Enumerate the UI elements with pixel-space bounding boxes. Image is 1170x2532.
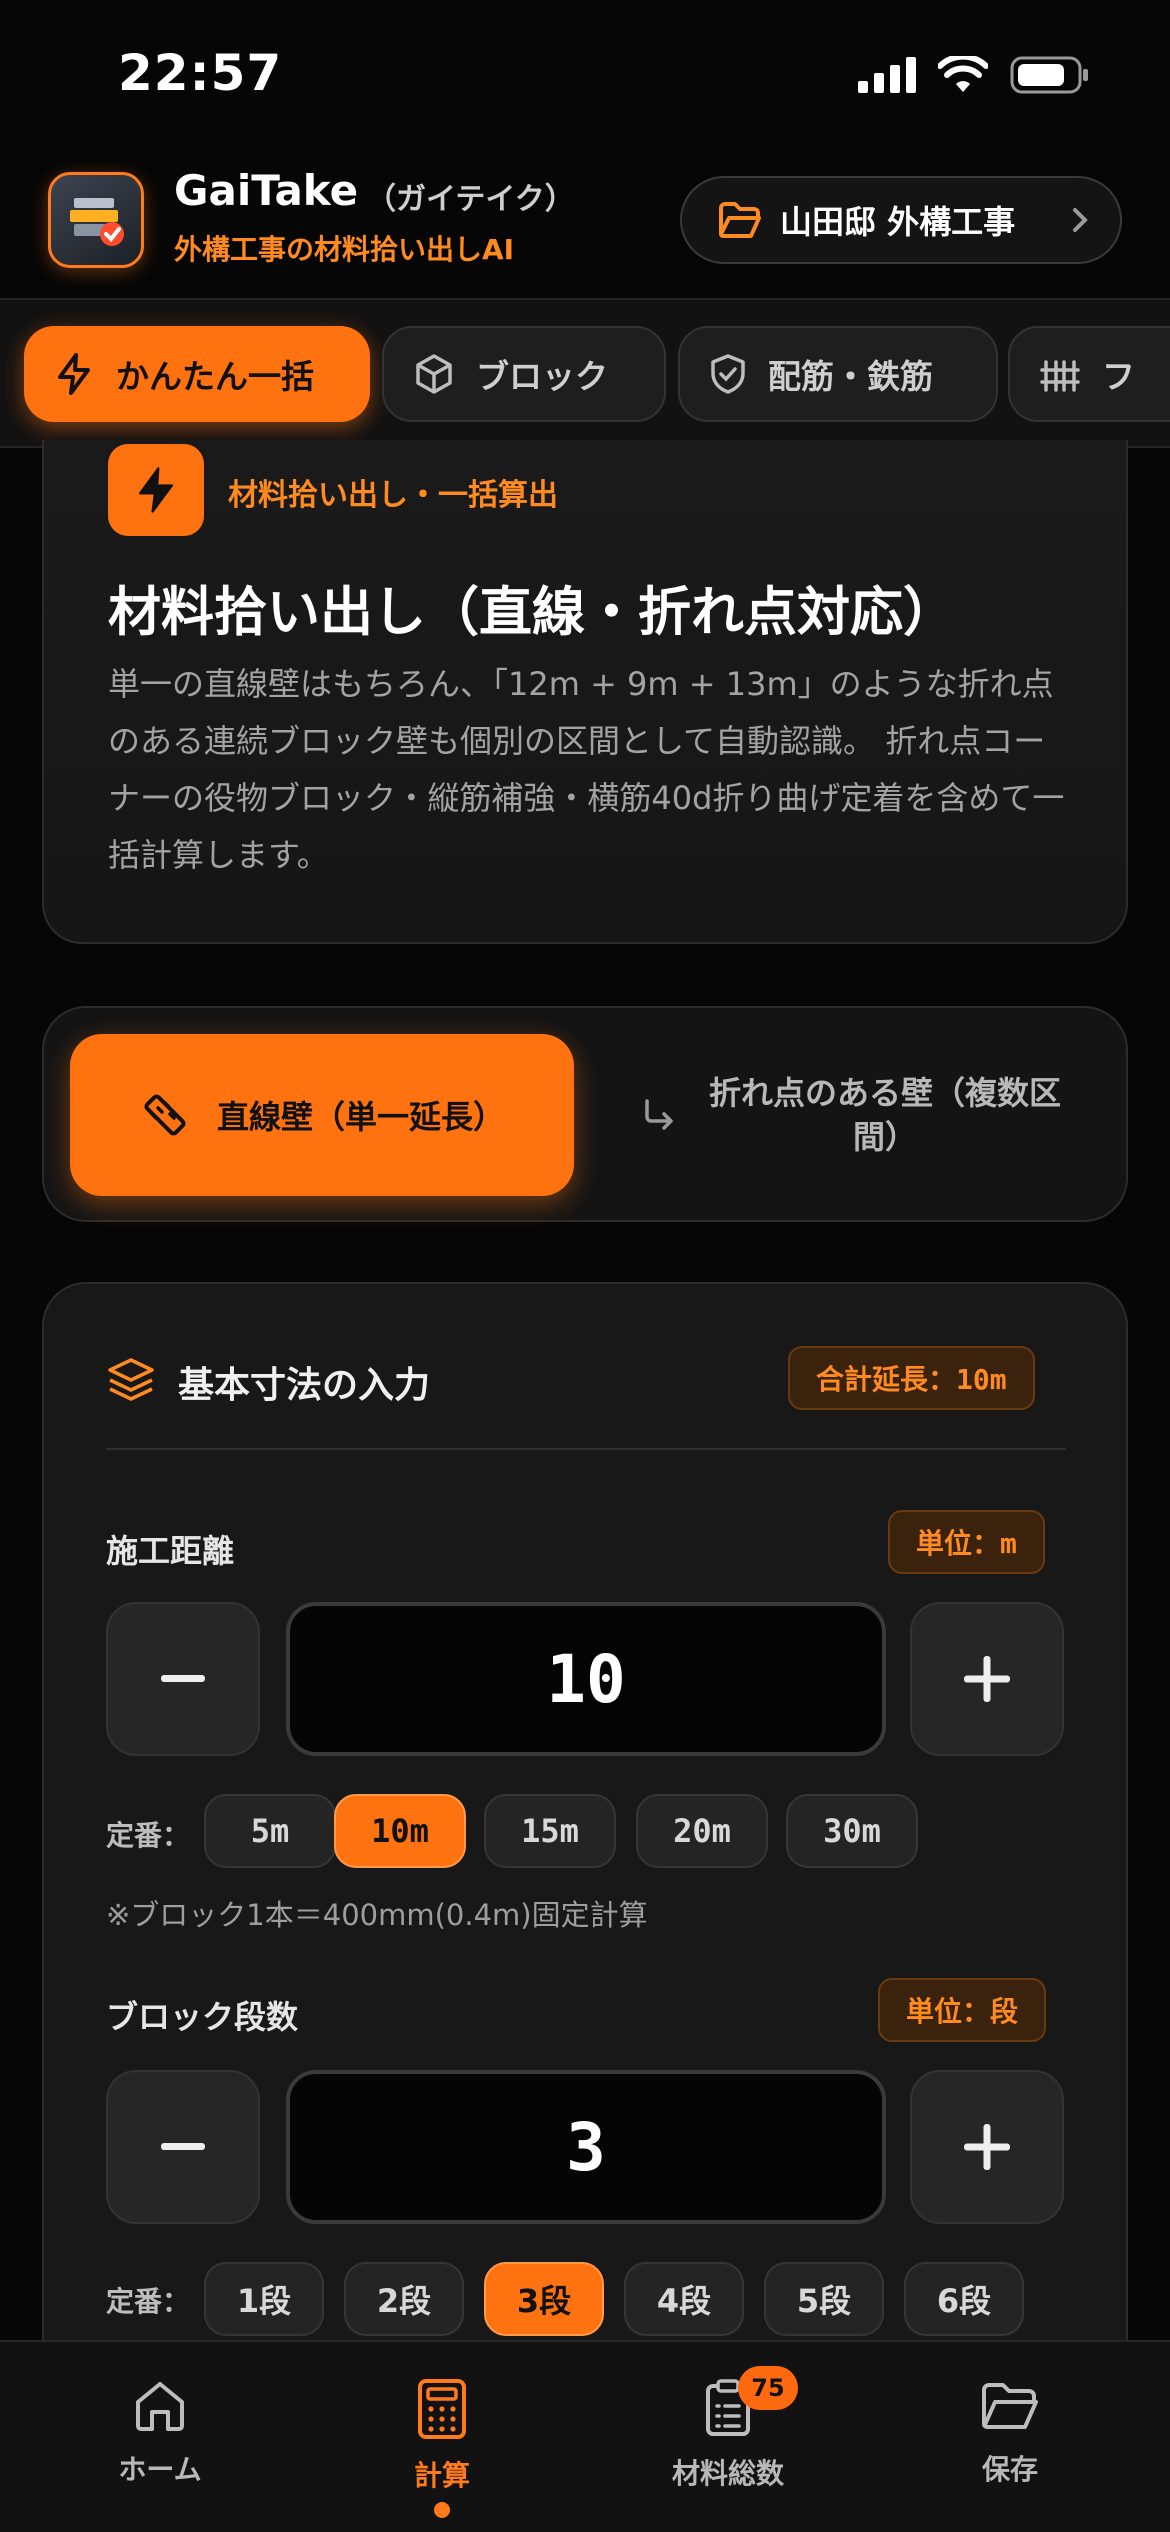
bolt-icon (138, 467, 174, 513)
calculator-icon (418, 2379, 466, 2439)
block-rows-unit-badge: 単位：段 (878, 1978, 1047, 2042)
app-logo (48, 172, 144, 268)
distance-value-input[interactable]: 10 (286, 1602, 886, 1756)
wall-mode-toggle: 直線壁（単一延長） 折れ点のある壁（複数区間） (42, 1006, 1128, 1222)
folder-open-icon (982, 2383, 1038, 2429)
tab-quick-bulk[interactable]: かんたん一括 (24, 326, 370, 422)
blocks-check-icon (70, 198, 124, 246)
rows-preset-chip[interactable]: 6段 (904, 2262, 1024, 2336)
nav-home[interactable]: ホーム (60, 2378, 260, 2488)
rows-preset-chip[interactable]: 1段 (204, 2262, 324, 2336)
rows-value-input[interactable]: 3 (286, 2070, 886, 2224)
bottom-nav: ホーム 計算 75 材料総数 保存 (0, 2340, 1170, 2532)
wifi-icon (938, 56, 988, 92)
status-time: 22:57 (118, 44, 283, 102)
divider (106, 1448, 1066, 1450)
distance-increment-button[interactable] (910, 1602, 1064, 1756)
tab-fence[interactable]: フ (1008, 326, 1170, 422)
app-title-kana: （ガイテイク） (366, 182, 575, 217)
ruler-icon (144, 1094, 186, 1136)
chevron-right-icon (1073, 208, 1088, 232)
mode-straight-label: 直線壁（単一延長） (216, 1098, 505, 1136)
app-subtitle: 外構工事の材料拾い出しAI (174, 233, 515, 266)
status-icons (858, 56, 1090, 94)
intro-tag: 材料拾い出し・一括算出 (228, 478, 558, 513)
app-title: GaiTake (174, 166, 359, 215)
nav-material-totals[interactable]: 75 材料総数 (628, 2366, 828, 2492)
tab-label: ブロック (476, 357, 608, 396)
nav-calculate[interactable]: 計算 (342, 2378, 542, 2518)
status-bar: 22:57 (0, 0, 1170, 150)
layers-icon (108, 1358, 154, 1401)
folder-open-icon (719, 202, 761, 238)
dimensions-title: 基本寸法の入力 (178, 1365, 431, 1406)
tab-label: かんたん一括 (116, 357, 314, 396)
minus-icon (161, 1675, 205, 1682)
plus-icon (964, 1656, 1010, 1702)
cube-icon (416, 354, 452, 394)
distance-decrement-button[interactable] (106, 1602, 260, 1756)
nav-save[interactable]: 保存 (910, 2378, 1110, 2488)
home-icon (136, 2382, 184, 2431)
block-rows-label: ブロック段数 (106, 1998, 299, 2036)
intro-description: 単一の直線壁はもちろん、「12m + 9m + 13m」のような折れ点のある連続… (108, 665, 1065, 874)
distance-note: ※ブロック1本＝400mm(0.4m)固定計算 (106, 1898, 648, 1932)
distance-preset-label: 定番： (106, 1819, 191, 1852)
mode-bent-label: 折れ点のある壁（複数区間） (708, 1074, 1061, 1156)
distance-preset-chip[interactable]: 15m (484, 1794, 616, 1868)
nav-label: 保存 (981, 2453, 1038, 2486)
tab-label: フ (1102, 357, 1135, 396)
tab-block[interactable]: ブロック (382, 326, 666, 422)
nav-label: ホーム (118, 2453, 202, 2486)
cellular-signal-icon (858, 57, 916, 93)
material-count-badge: 75 (738, 2366, 798, 2410)
nav-label: 計算 (413, 2459, 470, 2492)
intro-title: 材料拾い出し（直線・折れ点対応） (108, 582, 956, 643)
rows-preset-chip-selected[interactable]: 3段 (484, 2262, 604, 2336)
tab-rebar[interactable]: 配筋・鉄筋 (678, 326, 998, 422)
active-indicator-dot (434, 2502, 450, 2518)
distance-preset-chip[interactable]: 5m (204, 1794, 336, 1868)
tab-label: 配筋・鉄筋 (768, 357, 933, 396)
distance-preset-chip[interactable]: 20m (636, 1794, 768, 1868)
rows-preset-label: 定番： (106, 2285, 191, 2318)
distance-preset-chip[interactable]: 30m (786, 1794, 918, 1868)
mode-straight-wall-button[interactable]: 直線壁（単一延長） (70, 1034, 574, 1196)
rows-preset-chip[interactable]: 5段 (764, 2262, 884, 2336)
project-selector-button[interactable]: 山田邸 外構工事 (680, 176, 1122, 264)
rows-preset-chip[interactable]: 4段 (624, 2262, 744, 2336)
app-header: GaiTake （ガイテイク） 外構工事の材料拾い出しAI 山田邸 外構工事 (0, 150, 1170, 298)
total-length-badge: 合計延長：10m (788, 1346, 1035, 1410)
corner-down-right-icon (645, 1099, 673, 1130)
shield-check-icon (711, 354, 745, 394)
distance-preset-chip-selected[interactable]: 10m (334, 1794, 466, 1868)
rows-preset-chip[interactable]: 2段 (344, 2262, 464, 2336)
category-tab-strip: かんたん一括 ブロック 配筋・鉄筋 フ (0, 298, 1170, 448)
project-label: 山田邸 外構工事 (780, 203, 1016, 241)
mode-bent-wall-button[interactable]: 折れ点のある壁（複数区間） (600, 1034, 1104, 1196)
distance-unit-badge: 単位：m (888, 1510, 1045, 1574)
intro-card: 材料拾い出し・一括算出 材料拾い出し（直線・折れ点対応） 単一の直線壁はもちろん… (42, 440, 1128, 944)
bolt-icon (58, 353, 90, 395)
distance-label: 施工距離 (106, 1532, 235, 1570)
rows-decrement-button[interactable] (106, 2070, 260, 2224)
nav-label: 材料総数 (671, 2457, 784, 2490)
intro-icon-tile (108, 444, 204, 536)
minus-icon (161, 2143, 205, 2150)
plus-icon (964, 2124, 1010, 2170)
battery-icon (1010, 56, 1088, 94)
rows-increment-button[interactable] (910, 2070, 1064, 2224)
fence-icon (1040, 360, 1080, 392)
